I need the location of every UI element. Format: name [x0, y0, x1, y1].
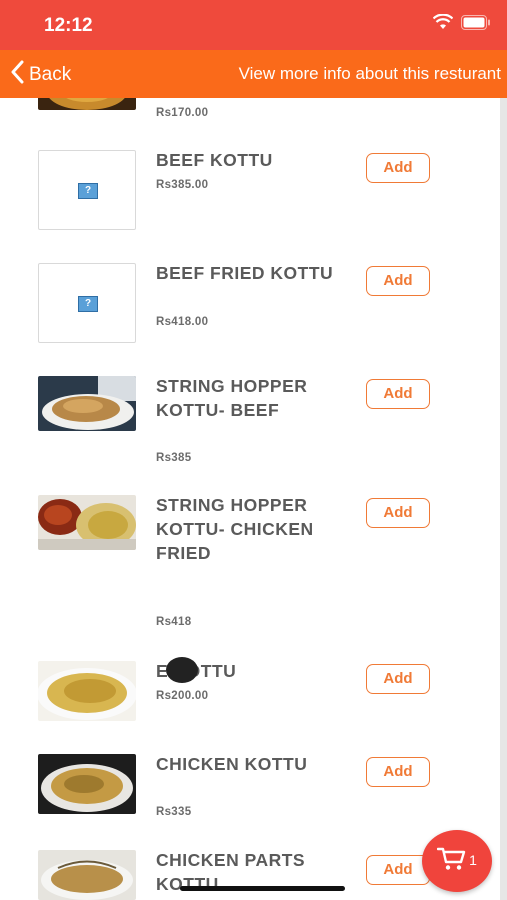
cart-icon: [436, 846, 467, 877]
menu-list[interactable]: Rs170.00 ? BEEF KOTTU Rs385.00 Add ? BEE…: [0, 98, 500, 900]
chevron-left-icon: [10, 60, 29, 90]
back-button[interactable]: Back: [10, 60, 71, 90]
redaction-mark: [166, 657, 198, 683]
item-price: Rs385.00: [156, 179, 209, 191]
food-image: [38, 661, 136, 721]
status-bar: 12:12: [0, 0, 507, 50]
food-image: [38, 850, 136, 900]
add-button[interactable]: Add: [366, 498, 430, 528]
food-image: [38, 754, 136, 814]
add-button[interactable]: Add: [366, 855, 430, 885]
item-price: Rs385: [156, 452, 192, 464]
broken-image-icon: ?: [78, 183, 98, 199]
cart-count-badge: 1: [469, 852, 477, 868]
add-button[interactable]: Add: [366, 757, 430, 787]
add-button[interactable]: Add: [366, 266, 430, 296]
item-name: CHICKEN KOTTU: [156, 754, 308, 774]
item-name: STRING HOPPER KOTTU- BEEF: [156, 376, 308, 420]
item-name: BEEF FRIED KOTTU: [156, 263, 334, 283]
add-button[interactable]: Add: [366, 153, 430, 183]
item-name: STRING HOPPER KOTTU- CHICKEN FRIED: [156, 495, 314, 563]
broken-image-icon: ?: [78, 296, 98, 312]
cart-button[interactable]: 1: [422, 830, 492, 892]
food-image: [38, 495, 136, 550]
add-button[interactable]: Add: [366, 664, 430, 694]
wifi-icon: [432, 13, 454, 35]
scrollbar[interactable]: [500, 98, 507, 900]
item-name: BEEF KOTTU: [156, 150, 273, 170]
add-button[interactable]: Add: [366, 379, 430, 409]
status-time: 12:12: [44, 15, 93, 36]
food-image-placeholder: ?: [38, 263, 136, 343]
more-info-link[interactable]: View more info about this resturant: [239, 64, 501, 84]
battery-icon: [461, 14, 491, 35]
item-price: Rs418.00: [156, 316, 209, 328]
item-price: Rs335: [156, 806, 192, 818]
status-icons: [432, 13, 491, 35]
item-price: Rs200.00: [156, 690, 209, 702]
food-image-placeholder: ?: [38, 150, 136, 230]
food-image: [38, 98, 136, 110]
home-indicator[interactable]: [180, 886, 345, 891]
food-image: [38, 376, 136, 431]
back-label: Back: [29, 64, 72, 85]
nav-bar: Back View more info about this resturant: [0, 50, 507, 98]
item-price: Rs418: [156, 616, 192, 628]
item-price: Rs170.00: [156, 107, 209, 119]
